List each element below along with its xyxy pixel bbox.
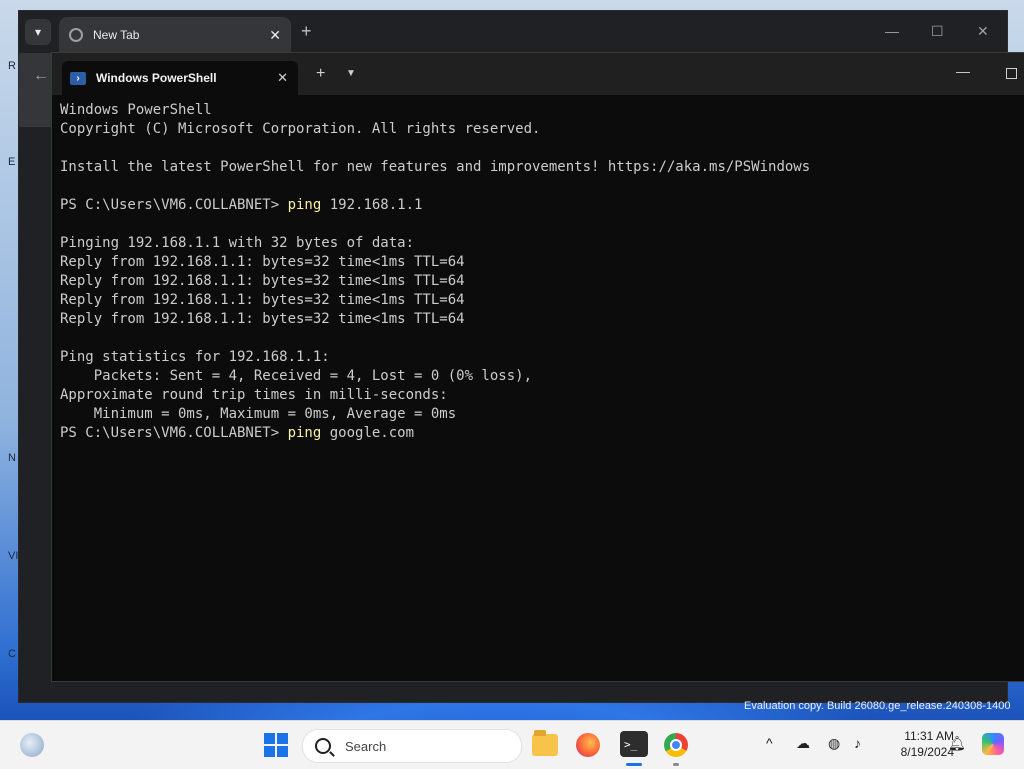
system-clock[interactable]: 11:31 AM 8/19/2024 (874, 728, 954, 760)
windows-logo-icon (264, 733, 275, 744)
back-button[interactable]: ← (33, 67, 49, 85)
network-icon[interactable]: ◍ (828, 735, 840, 752)
terminal-maximize-button[interactable] (1006, 68, 1017, 79)
notification-bell-icon[interactable]: 🔔︎ (948, 735, 966, 752)
search-icon (315, 738, 331, 754)
terminal-app-icon[interactable]: >_ (620, 731, 648, 757)
firefox-icon[interactable] (576, 733, 600, 757)
tab-search-button[interactable]: ▾ (25, 19, 51, 45)
command-args: google.com (321, 425, 415, 441)
clock-time: 11:31 AM (904, 729, 954, 743)
new-tab-button[interactable]: + (301, 21, 312, 42)
running-app-indicator (673, 763, 679, 766)
taskbar: Search >_ ^ ☁ ◍ ♪ 11:31 AM 8/19/2024 🔔︎ (0, 720, 1024, 769)
terminal-window: › Windows PowerShell ✕ + ▼ — Windows Pow… (51, 52, 1024, 682)
terminal-line: Copyright (C) Microsoft Corporation. All… (60, 121, 541, 137)
terminal-minimize-button[interactable]: — (956, 63, 970, 79)
terminal-line: Packets: Sent = 4, Received = 4, Lost = … (60, 368, 533, 384)
terminal-line: Minimum = 0ms, Maximum = 0ms, Average = … (60, 406, 457, 422)
terminal-line: Approximate round trip times in milli-se… (60, 387, 448, 403)
terminal-line: Reply from 192.168.1.1: bytes=32 time<1m… (60, 273, 465, 289)
desktop-icon-label: R (8, 60, 16, 72)
close-tab-button[interactable]: ✕ (277, 70, 288, 86)
browser-close-button[interactable]: ✕ (977, 23, 989, 40)
active-app-indicator (626, 763, 642, 766)
browser-minimize-button[interactable]: — (885, 23, 899, 39)
terminal-line: Ping statistics for 192.168.1.1: (60, 349, 330, 365)
onedrive-icon[interactable]: ☁ (796, 735, 810, 752)
prompt: PS C:\Users\VM6.COLLABNET> (60, 197, 288, 213)
new-terminal-tab-button[interactable]: + (316, 65, 325, 83)
taskbar-search[interactable]: Search (302, 729, 522, 763)
profile-dropdown-button[interactable]: ▼ (346, 68, 356, 79)
browser-tab-title: New Tab (93, 28, 140, 42)
file-explorer-icon[interactable] (532, 730, 558, 756)
copilot-icon[interactable] (982, 733, 1004, 755)
chrome-icon[interactable] (664, 733, 688, 757)
terminal-tab-powershell[interactable]: › Windows PowerShell ✕ (62, 61, 298, 95)
desktop-icon-label: E (8, 156, 16, 168)
evaluation-watermark: Evaluation copy. Build 26080.ge_release.… (744, 700, 1011, 712)
close-tab-button[interactable]: ✕ (269, 27, 281, 44)
widgets-icon[interactable] (20, 733, 44, 757)
search-placeholder: Search (345, 738, 387, 754)
prompt: PS C:\Users\VM6.COLLABNET> (60, 425, 288, 441)
powershell-icon: › (70, 71, 86, 85)
browser-maximize-button[interactable]: ☐ (931, 23, 944, 40)
terminal-tab-title: Windows PowerShell (96, 71, 217, 85)
browser-tab-new-tab[interactable]: New Tab ✕ (59, 17, 291, 53)
terminal-line: PS C:\Users\VM6.COLLABNET> ping 192.168.… (60, 196, 1015, 215)
clock-date: 8/19/2024 (900, 745, 954, 759)
terminal-line: PS C:\Users\VM6.COLLABNET> ping google.c… (60, 424, 1015, 443)
browser-tabstrip: ▾ New Tab ✕ + — ☐ ✕ (19, 11, 1007, 53)
terminal-output[interactable]: Windows PowerShell Copyright (C) Microsof… (60, 101, 1015, 671)
desktop-icon-label: VI (8, 550, 19, 562)
terminal-line: Pinging 192.168.1.1 with 32 bytes of dat… (60, 235, 415, 251)
globe-icon (69, 28, 83, 42)
volume-icon[interactable]: ♪ (854, 735, 861, 751)
terminal-line: Reply from 192.168.1.1: bytes=32 time<1m… (60, 254, 465, 270)
start-button[interactable] (264, 733, 288, 757)
command-name: ping (287, 425, 322, 441)
command-name: ping (287, 197, 322, 213)
terminal-line: Reply from 192.168.1.1: bytes=32 time<1m… (60, 311, 465, 327)
command-args: 192.168.1.1 (321, 197, 423, 213)
terminal-line: Reply from 192.168.1.1: bytes=32 time<1m… (60, 292, 465, 308)
terminal-line: Install the latest PowerShell for new fe… (60, 159, 811, 175)
terminal-line: Windows PowerShell (60, 102, 212, 118)
desktop-icon-label: C (8, 648, 16, 660)
chevron-down-icon: ▾ (34, 25, 42, 39)
desktop-icon-label: N (8, 452, 16, 464)
terminal-titlebar: › Windows PowerShell ✕ + ▼ — (52, 53, 1024, 95)
show-hidden-icons-button[interactable]: ^ (766, 735, 773, 751)
